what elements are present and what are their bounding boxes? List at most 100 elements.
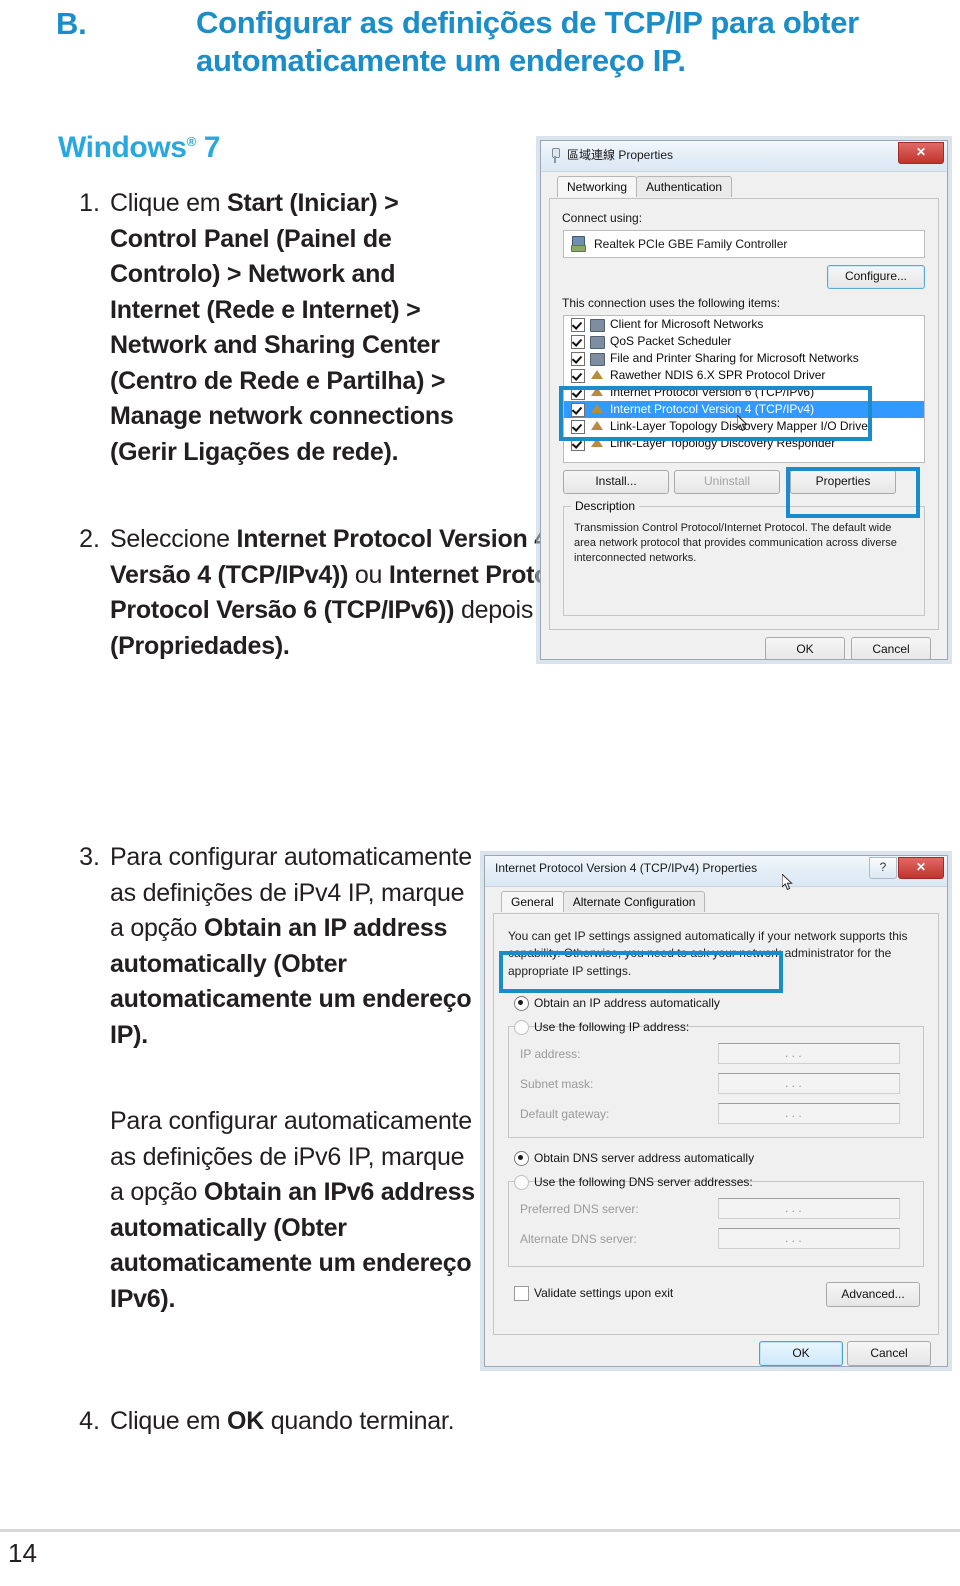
step-2-number: 2. (79, 525, 100, 553)
dialog1-titlebar[interactable]: 區域連線 Properties ✕ (541, 141, 947, 172)
properties-button[interactable]: Properties (790, 470, 896, 494)
dialog2-titlebar[interactable]: Internet Protocol Version 4 (TCP/IPv4) P… (485, 856, 947, 887)
network-icon (590, 353, 605, 366)
checkbox-icon[interactable] (571, 352, 585, 366)
radio-button-icon[interactable] (514, 996, 529, 1011)
items-label: This connection uses the following items… (562, 296, 781, 310)
dialog1-body: Networking Authentication Connect using: … (549, 176, 939, 659)
step-1-plain: Clique em (110, 189, 227, 217)
checkbox-icon[interactable] (571, 386, 585, 400)
step-1-number: 1. (79, 189, 100, 217)
install-button[interactable]: Install... (563, 470, 669, 494)
os-name: Windows (58, 131, 187, 164)
step-1-bold: Start (Iniciar) > Control Panel (Painel … (110, 189, 454, 466)
tab-networking[interactable]: Networking (557, 176, 638, 197)
adapter-name: Realtek PCIe GBE Family Controller (594, 237, 788, 251)
footer-divider (0, 1529, 960, 1532)
checkbox-icon[interactable] (571, 420, 585, 434)
step-2-plain-2: ou (348, 560, 389, 589)
step-3-text: Para configurar automaticamente as defin… (110, 840, 475, 1053)
tab-alternate-configuration[interactable]: Alternate Configuration (562, 891, 706, 912)
network-items-listbox[interactable]: Client for Microsoft Networks QoS Packet… (563, 315, 925, 463)
step-4-number: 4. (79, 1407, 100, 1435)
ip-address-input[interactable]: . . . (718, 1043, 900, 1064)
radio-button-icon[interactable] (514, 1151, 529, 1166)
configure-button[interactable]: Configure... (827, 265, 925, 289)
validate-settings-label: Validate settings upon exit (534, 1286, 674, 1300)
checkbox-icon[interactable] (571, 335, 585, 349)
radio-obtain-dns-label: Obtain DNS server address automatically (534, 1151, 755, 1165)
tab-authentication[interactable]: Authentication (636, 176, 733, 197)
section-letter: B. (56, 6, 87, 41)
step-4-bold: OK (227, 1407, 264, 1435)
list-item[interactable]: Rawether NDIS 6.X SPR Protocol Driver (564, 367, 924, 384)
list-item-label: Link-Layer Topology Discovery Responder (610, 436, 836, 450)
cancel-button[interactable]: Cancel (851, 637, 931, 659)
step-3: 3. Para configurar automaticamente as de… (60, 840, 480, 1053)
step-4-plain-1: Clique em (110, 1407, 227, 1435)
list-item[interactable]: Internet Protocol Version 6 (TCP/IPv6) (564, 384, 924, 401)
mouse-cursor-icon (737, 415, 749, 433)
protocol-icon (591, 387, 603, 396)
radio-obtain-ip-label: Obtain an IP address automatically (534, 996, 720, 1010)
close-icon[interactable]: ✕ (898, 142, 944, 164)
radio-button-icon[interactable] (514, 1175, 529, 1190)
os-heading: Windows® 7 (58, 131, 220, 165)
step-4-plain-2: quando terminar. (264, 1407, 455, 1435)
advanced-button[interactable]: Advanced... (826, 1282, 920, 1307)
radio-button-icon[interactable] (514, 1020, 529, 1035)
page-title: Configurar as definições de TCP/IP para … (196, 5, 859, 78)
page-number: 14 (8, 1538, 37, 1568)
ok-button[interactable]: OK (759, 1341, 843, 1366)
subnet-mask-input[interactable]: . . . (718, 1073, 900, 1094)
list-item[interactable]: File and Printer Sharing for Microsoft N… (564, 350, 924, 367)
step-4-text: Clique em OK quando terminar. (110, 1404, 590, 1440)
dialog2-body: General Alternate Configuration You can g… (493, 891, 939, 1366)
ok-button[interactable]: OK (765, 637, 845, 659)
dialog2-tab-panel: You can get IP settings assigned automat… (493, 913, 939, 1335)
radio-use-ip-label: Use the following IP address: (534, 1020, 690, 1034)
close-icon[interactable]: ✕ (898, 857, 944, 879)
ip-address-label: IP address: (520, 1047, 581, 1061)
connect-using-label: Connect using: (562, 211, 643, 225)
alternate-dns-label: Alternate DNS server: (520, 1232, 637, 1246)
network-icon (590, 319, 605, 332)
checkbox-icon[interactable] (571, 369, 585, 383)
step-1-text: Clique em Start (Iniciar) > Control Pane… (110, 186, 485, 470)
network-icon (590, 336, 605, 349)
default-gateway-input[interactable]: . . . (718, 1103, 900, 1124)
preferred-dns-input[interactable]: . . . (718, 1198, 900, 1219)
default-gateway-label: Default gateway: (520, 1107, 610, 1121)
dialog1-title: 區域連線 Properties (567, 148, 674, 162)
list-item-label: File and Printer Sharing for Microsoft N… (610, 351, 859, 365)
static-dns-group (508, 1181, 924, 1267)
list-item-label: Rawether NDIS 6.X SPR Protocol Driver (610, 368, 826, 382)
list-item[interactable]: QoS Packet Scheduler (564, 333, 924, 350)
cancel-button[interactable]: Cancel (847, 1341, 931, 1366)
uninstall-button: Uninstall (674, 470, 780, 494)
dialog1-tab-panel: Connect using: Realtek PCIe GBE Family C… (549, 198, 939, 630)
list-item-label: Internet Protocol Version 6 (TCP/IPv6) (610, 385, 815, 399)
protocol-icon (591, 370, 603, 379)
list-item[interactable]: Client for Microsoft Networks (564, 316, 924, 333)
network-adapter-icon (549, 148, 561, 163)
step-1: 1. Clique em Start (Iniciar) > Control P… (60, 186, 490, 470)
list-item-label: Client for Microsoft Networks (610, 317, 764, 331)
mouse-cursor-icon (782, 874, 794, 892)
os-version: 7 (203, 131, 221, 164)
list-item[interactable]: Link-Layer Topology Discovery Responder (564, 435, 924, 452)
list-item-label: QoS Packet Scheduler (610, 334, 732, 348)
alternate-dns-input[interactable]: . . . (718, 1228, 900, 1249)
step-3-continued: Para configurar automaticamente as defin… (110, 1104, 475, 1317)
lan-properties-dialog: 區域連線 Properties ✕ Networking Authenticati… (540, 140, 948, 660)
step-4: 4. Clique em OK quando terminar. (60, 1404, 600, 1440)
checkbox-icon[interactable] (571, 437, 585, 451)
protocol-icon (591, 404, 603, 413)
help-icon[interactable]: ? (869, 857, 897, 879)
adapter-icon (571, 236, 586, 252)
checkbox-icon[interactable] (571, 318, 585, 332)
checkbox-icon[interactable] (514, 1286, 529, 1301)
checkbox-icon[interactable] (571, 403, 585, 417)
tab-general[interactable]: General (501, 891, 564, 912)
dialog2-title: Internet Protocol Version 4 (TCP/IPv4) P… (495, 861, 758, 875)
